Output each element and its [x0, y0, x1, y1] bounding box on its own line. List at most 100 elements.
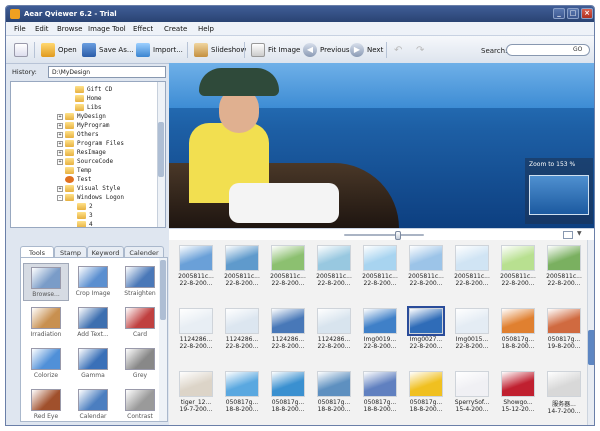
tree-expander-icon[interactable]: - [57, 194, 63, 201]
tool-card[interactable]: Card [117, 304, 163, 342]
tree-expander-icon[interactable]: + [57, 131, 63, 138]
thumbnail-item[interactable]: 服务器... 14-7-200... [542, 371, 586, 425]
thumbnail-item[interactable]: 2005811c... 22-8-200... [174, 245, 218, 303]
thumbnail-image[interactable] [547, 308, 581, 334]
thumbnail-item[interactable]: 2005811c... 22-8-200... [450, 245, 494, 303]
thumbnail-image[interactable] [317, 308, 351, 334]
thumbnail-image[interactable] [501, 371, 535, 397]
thumbnail-item[interactable]: 1124286... 22-8-200... [266, 308, 310, 366]
menu-image-tool[interactable]: Image Tool [88, 25, 126, 33]
minimize-button[interactable]: _ [553, 8, 565, 19]
thumbnail-image[interactable] [455, 371, 489, 397]
thumbnail-item[interactable]: 050817g... 18-8-200... [404, 371, 448, 425]
menu-edit[interactable]: Edit [35, 25, 49, 33]
tree-item[interactable]: 2 [69, 202, 93, 211]
zoom-slider-track[interactable] [344, 234, 424, 236]
tool-add-text[interactable]: Add Text... [70, 304, 116, 342]
tree-scroll-thumb[interactable] [158, 122, 164, 177]
fit-image-button[interactable]: Fit Image [251, 41, 300, 59]
thumbnail-image[interactable] [271, 308, 305, 334]
tree-item[interactable]: Test [57, 175, 91, 184]
thumbnail-item[interactable]: 2005811c... 22-8-200... [404, 245, 448, 303]
import-button[interactable]: Import... [136, 41, 183, 59]
menu-effect[interactable]: Effect [133, 25, 153, 33]
tool-calendar[interactable]: Calendar [70, 386, 116, 421]
menu-create[interactable]: Create [164, 25, 187, 33]
thumbnail-image[interactable] [409, 245, 443, 271]
thumbnail-item[interactable]: 050817g... 18-8-200... [266, 371, 310, 425]
slideshow-button[interactable]: Slideshow [194, 41, 246, 59]
tree-item[interactable]: - Windows Logon [57, 193, 124, 202]
thumbnail-image[interactable] [455, 245, 489, 271]
redo-button[interactable]: ↷ [416, 41, 424, 59]
thumbnail-item[interactable]: Showgo... 15-12-20... [496, 371, 540, 425]
thumbnail-item[interactable]: 2005811c... 22-8-200... [266, 245, 310, 303]
tree-item[interactable]: + MyProgram [57, 121, 110, 130]
tool-straighten[interactable]: Straighten [117, 263, 163, 301]
thumbnail-image[interactable] [455, 308, 489, 334]
thumbnail-item[interactable]: 2005811c... 22-8-200... [496, 245, 540, 303]
tool-colorize[interactable]: Colorize [23, 345, 69, 383]
tree-expander-icon[interactable]: + [57, 149, 63, 156]
tree-item[interactable]: + Program Files [57, 139, 124, 148]
tree-item[interactable]: + SourceCode [57, 157, 113, 166]
tab-stamp[interactable]: Stamp [54, 246, 87, 257]
thumbnail-item[interactable]: Img0015... 22-8-200... [450, 308, 494, 366]
thumbnail-image[interactable] [409, 371, 443, 397]
tab-calender[interactable]: Calender [124, 246, 164, 257]
thumbnail-item[interactable]: Img0019... 22-8-200... [358, 308, 402, 366]
thumbnail-image[interactable] [547, 245, 581, 271]
tab-tools[interactable]: Tools [20, 246, 54, 257]
thumbnail-item[interactable]: 050817g... 18-8-200... [312, 371, 356, 425]
tree-item[interactable]: + Others [57, 130, 99, 139]
menu-help[interactable]: Help [198, 25, 214, 33]
thumbnail-image[interactable] [363, 245, 397, 271]
thumbnail-item[interactable]: 2005811c... 22-8-200... [220, 245, 264, 303]
thumbnail-item[interactable]: tiger_12... 19-7-200... [174, 371, 218, 425]
thumbnail-image[interactable] [225, 371, 259, 397]
thumbnail-image[interactable] [179, 371, 213, 397]
thumbnail-image[interactable] [179, 245, 213, 271]
zoom-slider-thumb[interactable] [395, 231, 401, 240]
thumbnail-image[interactable] [317, 245, 351, 271]
thumbnail-image[interactable] [501, 308, 535, 334]
menu-file[interactable]: File [14, 25, 26, 33]
thumbnail-image[interactable] [363, 308, 397, 334]
thumbnail-image[interactable] [547, 371, 581, 397]
tree-item[interactable]: Home [67, 94, 101, 103]
thumbnail-scrollbar[interactable] [587, 240, 594, 425]
thumbnail-view-icon[interactable] [563, 231, 573, 239]
tree-expander-icon[interactable]: + [57, 140, 63, 147]
close-button[interactable]: × [581, 8, 593, 19]
tree-expander-icon[interactable]: + [57, 122, 63, 129]
thumbnail-item[interactable]: 050817g... 18-8-200... [358, 371, 402, 425]
tree-expander-icon[interactable]: + [57, 158, 63, 165]
thumbnail-image[interactable] [317, 371, 351, 397]
thumbnail-item[interactable]: 2005811c... 22-8-200... [542, 245, 586, 303]
chevron-down-icon[interactable]: ▼ [577, 230, 582, 237]
thumbnail-item[interactable]: 1124286... 22-8-200... [220, 308, 264, 366]
thumbnail-item[interactable]: 1124286... 22-8-200... [312, 308, 356, 366]
tool-contrast[interactable]: Contrast [117, 386, 163, 421]
tool-grey[interactable]: Grey [117, 345, 163, 383]
image-preview[interactable]: Zoom to 153 % [169, 63, 594, 228]
thumbnail-image[interactable] [363, 371, 397, 397]
thumbnail-item[interactable]: 050817g... 18-8-200... [496, 308, 540, 366]
thumbnail-scroll-thumb[interactable] [588, 330, 594, 365]
menu-browse[interactable]: Browse [57, 25, 83, 33]
thumbnail-item[interactable]: 2005811c... 22-8-200... [312, 245, 356, 303]
thumbnail-image[interactable] [271, 245, 305, 271]
tree-item[interactable]: Gift CD [67, 85, 112, 94]
tree-item[interactable]: Libs [67, 103, 101, 112]
history-field[interactable]: D:\MyDesign [48, 66, 166, 78]
save-as-button[interactable]: Save As... [82, 41, 134, 59]
tab-keyword[interactable]: Keyword [87, 246, 124, 257]
tree-item[interactable]: + ResImage [57, 148, 106, 157]
zoom-navigator[interactable]: Zoom to 153 % [525, 158, 593, 224]
thumbnail-item[interactable]: 050817g... 18-8-200... [220, 371, 264, 425]
thumbnail-item[interactable]: 050817g... 19-8-200... [542, 308, 586, 366]
thumbnail-item[interactable]: Img0027... 22-8-200... [404, 306, 448, 366]
thumbnail-item[interactable]: 2005811c... 22-8-200... [358, 245, 402, 303]
tool-browse[interactable]: Browse... [23, 263, 69, 301]
open-button[interactable]: Open [41, 41, 77, 59]
